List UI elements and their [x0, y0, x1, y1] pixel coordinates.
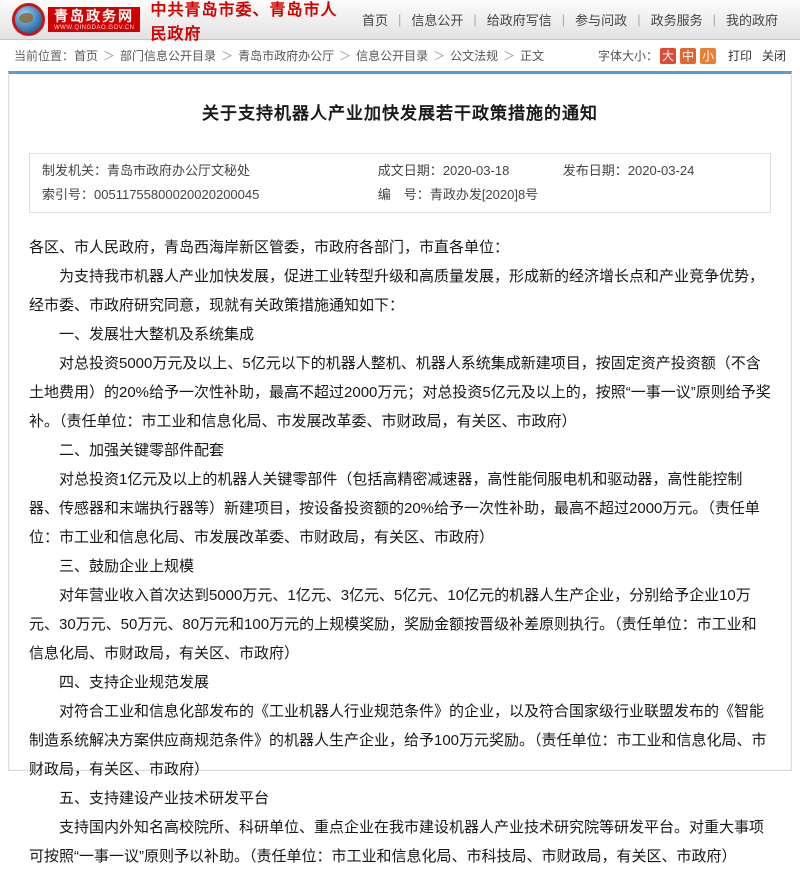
org-title: 中共青岛市委、青岛市人民政府: [150, 0, 352, 44]
nav-item-services[interactable]: 政务服务: [641, 10, 713, 29]
breadcrumb-separator: ＞: [433, 47, 445, 64]
meta-issuer-value: 青岛市政府办公厅文秘处: [107, 163, 250, 178]
meta-index-value: 00511755800020020200045: [94, 187, 259, 202]
meta-issuer-label: 制发机关：: [42, 163, 107, 178]
breadcrumb-row: 当前位置： 首页 ＞ 部门信息公开目录 ＞ 青岛市政府办公厅 ＞ 信息公开目录 …: [0, 40, 800, 71]
breadcrumb-separator: ＞: [503, 47, 515, 64]
font-size-large-button[interactable]: 大: [660, 48, 676, 64]
logo-site-name: 青岛政务网: [54, 9, 134, 23]
meta-written-date-label: 成文日期：: [378, 163, 443, 178]
meta-publish-date: 发布日期：2020-03-24: [563, 159, 770, 183]
article-paragraph: 支持国内外知名高校院所、科研单位、重点企业在我市建设机器人产业技术研究院等研发平…: [29, 813, 771, 871]
close-button[interactable]: 关闭: [762, 47, 786, 64]
article-paragraph: 为支持我市机器人产业加快发展，促进工业转型升级和高质量发展，形成新的经济增长点和…: [29, 262, 771, 320]
site-logo[interactable]: 青岛政务网 WWW.QINGDAO.GOV.CN 中共青岛市委、青岛市人民政府: [12, 0, 352, 44]
meta-row: 索引号：00511755800020020200045 编 号：青政办发[202…: [30, 183, 770, 207]
meta-publish-date-value: 2020-03-24: [628, 163, 695, 178]
breadcrumb-item-current: 正文: [520, 47, 544, 64]
article-body: 各区、市人民政府，青岛西海岸新区管委，市政府各部门，市直各单位： 为支持我市机器…: [9, 213, 791, 871]
breadcrumb-separator: ＞: [103, 47, 115, 64]
meta-index: 索引号：00511755800020020200045: [30, 183, 378, 207]
article-section-heading-1: 一、发展壮大整机及系统集成: [29, 320, 771, 349]
article-paragraph: 对符合工业和信息化部发布的《工业机器人行业规范条件》的企业，以及符合国家级行业联…: [29, 697, 771, 784]
breadcrumb-item-gov-office[interactable]: 青岛市政府办公厅: [238, 47, 334, 64]
article-container: 关于支持机器人产业加快发展若干政策措施的通知 制发机关：青岛市政府办公厅文秘处 …: [8, 71, 792, 771]
breadcrumb: 当前位置： 首页 ＞ 部门信息公开目录 ＞ 青岛市政府办公厅 ＞ 信息公开目录 …: [14, 47, 544, 64]
article-paragraph-salutation: 各区、市人民政府，青岛西海岸新区管委，市政府各部门，市直各单位：: [29, 233, 771, 262]
article-section-heading-2: 二、加强关键零部件配套: [29, 436, 771, 465]
nav-item-home[interactable]: 首页: [352, 10, 398, 29]
font-size-label: 字体大小：: [598, 47, 658, 64]
meta-doc-no-label: 编 号：: [378, 187, 430, 202]
logo-site-url: WWW.QINGDAO.GOV.CN: [54, 25, 134, 31]
breadcrumb-separator: ＞: [221, 47, 233, 64]
meta-issuer: 制发机关：青岛市政府办公厅文秘处: [30, 159, 378, 183]
font-size-medium-button[interactable]: 中: [680, 48, 696, 64]
article-meta-box: 制发机关：青岛市政府办公厅文秘处 成文日期：2020-03-18 发布日期：20…: [29, 153, 771, 213]
meta-doc-no: 编 号：青政办发[2020]8号: [378, 183, 563, 207]
breadcrumb-item-dept-directory[interactable]: 部门信息公开目录: [120, 47, 216, 64]
breadcrumb-item-home[interactable]: 首页: [74, 47, 98, 64]
article-section-heading-5: 五、支持建设产业技术研发平台: [29, 784, 771, 813]
nav-item-my-gov[interactable]: 我的政府: [716, 10, 788, 29]
article-paragraph: 对总投资5000万元及以上、5亿元以下的机器人整机、机器人系统集成新建项目，按固…: [29, 349, 771, 436]
nav-item-participation[interactable]: 参与问政: [565, 10, 637, 29]
top-header: 青岛政务网 WWW.QINGDAO.GOV.CN 中共青岛市委、青岛市人民政府 …: [0, 0, 800, 40]
meta-row: 制发机关：青岛市政府办公厅文秘处 成文日期：2020-03-18 发布日期：20…: [30, 159, 770, 183]
article-paragraph: 对总投资1亿元及以上的机器人关键零部件（包括高精密减速器，高性能伺服电机和驱动器…: [29, 465, 771, 552]
breadcrumb-item-info-directory[interactable]: 信息公开目录: [356, 47, 428, 64]
breadcrumb-label: 当前位置：: [14, 47, 74, 64]
breadcrumb-separator: ＞: [339, 47, 351, 64]
meta-written-date-value: 2020-03-18: [443, 163, 510, 178]
meta-written-date: 成文日期：2020-03-18: [378, 159, 563, 183]
meta-publish-date-label: 发布日期：: [563, 163, 628, 178]
font-size-small-button[interactable]: 小: [700, 48, 716, 64]
meta-spacer: [563, 183, 770, 207]
meta-index-label: 索引号：: [42, 187, 94, 202]
breadcrumb-item-regulations[interactable]: 公文法规: [450, 47, 498, 64]
article-section-heading-4: 四、支持企业规范发展: [29, 668, 771, 697]
nav-item-write-to-gov[interactable]: 给政府写信: [477, 10, 562, 29]
article-title: 关于支持机器人产业加快发展若干政策措施的通知: [39, 99, 761, 124]
print-button[interactable]: 打印: [728, 47, 752, 64]
article-section-heading-3: 三、鼓励企业上规模: [29, 552, 771, 581]
logo-banner: 青岛政务网 WWW.QINGDAO.GOV.CN: [48, 7, 140, 32]
nav-item-info-disclosure[interactable]: 信息公开: [401, 10, 473, 29]
page-toolbar: 字体大小： 大 中 小 打印 关闭: [598, 47, 786, 64]
globe-icon: [12, 3, 45, 36]
top-nav: 首页 | 信息公开 | 给政府写信 | 参与问政 | 政务服务 | 我的政府: [352, 10, 788, 29]
article-paragraph: 对年营业收入首次达到5000万元、1亿元、3亿元、5亿元、10亿元的机器人生产企…: [29, 581, 771, 668]
meta-doc-no-value: 青政办发[2020]8号: [430, 187, 538, 202]
